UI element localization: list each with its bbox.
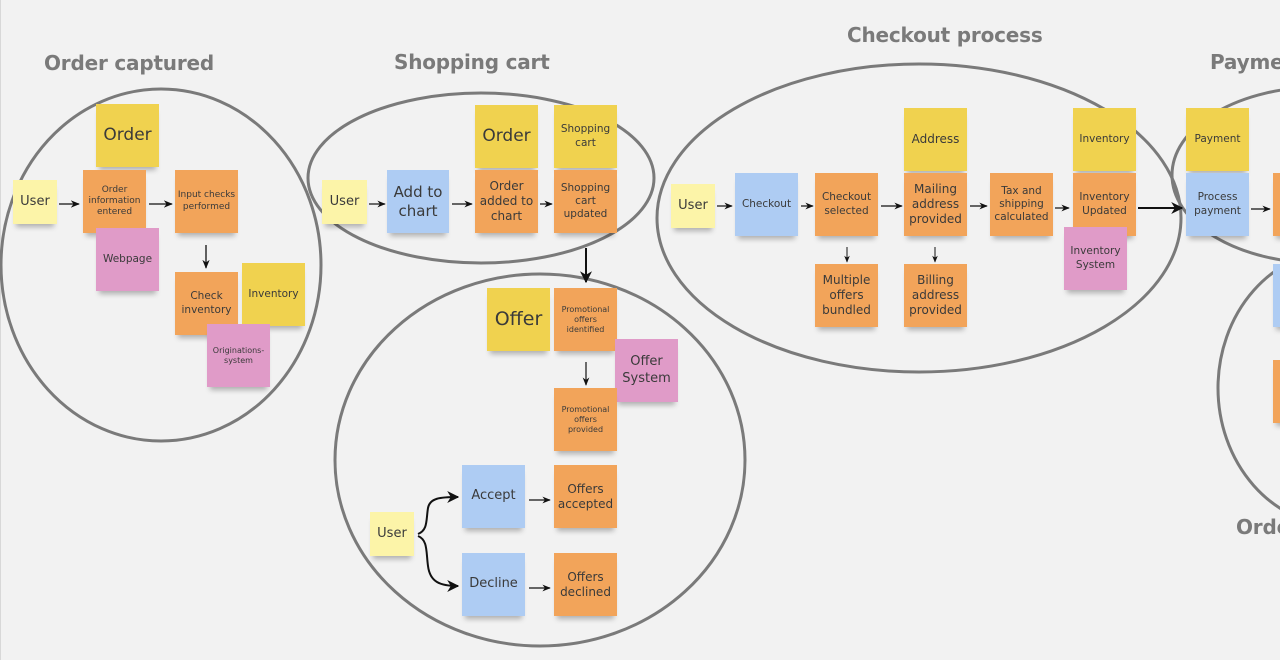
boundary-order-partial: [1216, 266, 1280, 510]
sticky-checkout-command[interactable]: Checkout: [735, 173, 798, 236]
arrow-user-accept: [417, 491, 460, 535]
sticky-promotional-offers-provided[interactable]: Promotional offers provided: [554, 388, 617, 451]
sticky-inventory-entity[interactable]: Inventory: [1073, 108, 1136, 171]
sticky-multiple-offers-bundled[interactable]: Multiple offers bundled: [815, 264, 878, 327]
section-title-shopping-cart: Shopping cart: [394, 50, 550, 74]
sticky-offers-accepted[interactable]: Offers accepted: [554, 465, 617, 528]
sticky-user-actor[interactable]: User: [13, 180, 57, 224]
sticky-inventory-system[interactable]: Inventory System: [1064, 227, 1127, 290]
sticky-order-entity[interactable]: Order: [96, 104, 159, 167]
arrow-user-decline: [417, 535, 460, 592]
sticky-input-checks-performed[interactable]: Input checks performed: [175, 170, 238, 233]
sticky-add-to-chart-command[interactable]: Add to chart: [387, 170, 449, 233]
sticky-process-payment-command[interactable]: Process payment: [1186, 173, 1249, 236]
sticky-order-event-partial[interactable]: [1273, 360, 1280, 423]
section-title-payment: Payme: [1210, 50, 1280, 74]
sticky-shopping-cart-updated[interactable]: Shopping cart updated: [554, 170, 617, 233]
sticky-offer-system[interactable]: Offer System: [615, 339, 678, 402]
sticky-offer-entity[interactable]: Offer: [487, 288, 550, 351]
sticky-accept-command[interactable]: Accept: [462, 465, 525, 528]
sticky-user-actor[interactable]: User: [370, 512, 414, 556]
section-title-order-captured: Order captured: [44, 51, 214, 75]
sticky-payment-event-partial[interactable]: [1273, 173, 1280, 236]
sticky-order-command-partial[interactable]: [1273, 264, 1280, 327]
sticky-offers-declined[interactable]: Offers declined: [554, 553, 617, 616]
sticky-order-added-to-chart[interactable]: Order added to chart: [475, 170, 538, 233]
sticky-mailing-address-provided[interactable]: Mailing address provided: [904, 173, 967, 236]
sticky-decline-command[interactable]: Decline: [462, 553, 525, 616]
sticky-shopping-cart-entity[interactable]: Shopping cart: [554, 105, 617, 168]
sticky-checkout-selected[interactable]: Checkout selected: [815, 173, 878, 236]
sticky-originations-system[interactable]: Originations-system: [207, 324, 270, 387]
sticky-promotional-offers-identified[interactable]: Promotional offers identified: [554, 288, 617, 351]
sticky-user-actor[interactable]: User: [322, 180, 367, 224]
section-title-checkout: Checkout process: [847, 23, 1043, 47]
sticky-tax-shipping-calculated[interactable]: Tax and shipping calculated: [990, 173, 1053, 236]
sticky-inventory-entity[interactable]: Inventory: [242, 263, 305, 326]
sticky-user-actor[interactable]: User: [671, 184, 715, 228]
sticky-order-entity[interactable]: Order: [475, 105, 538, 168]
sticky-order-information-entered[interactable]: Order information entered: [83, 170, 146, 233]
sticky-payment-entity[interactable]: Payment: [1186, 108, 1249, 171]
sticky-webpage-system[interactable]: Webpage: [96, 228, 159, 291]
section-title-order: Orde: [1236, 515, 1280, 539]
sticky-address-entity[interactable]: Address: [904, 108, 967, 171]
sticky-billing-address-provided[interactable]: Billing address provided: [904, 264, 967, 327]
